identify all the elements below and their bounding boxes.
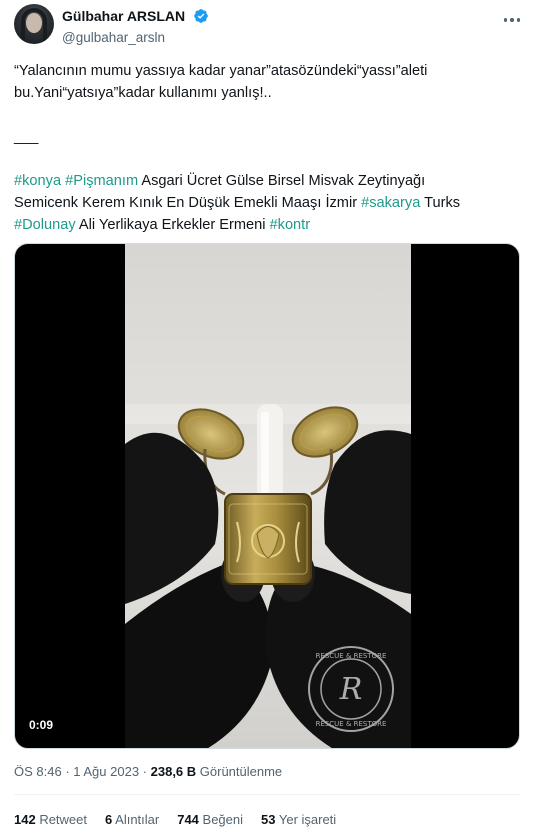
tweet-separator: ___ (14, 129, 39, 145)
retweets-stat[interactable]: 142 Retweet (14, 812, 87, 828)
hashtag-line: #konya #Pişmanım Asgari Ücret Gülse Birs… (14, 170, 514, 192)
tweet-date[interactable]: 1 Ağu 2023 (73, 764, 139, 779)
retweet-count: 142 (14, 812, 36, 827)
hashtag-line: #Dolunay Ali Yerlikaya Erkekler Ermeni #… (14, 214, 514, 236)
retweet-label: Retweet (35, 812, 88, 827)
watermark-logo: R RESCUE & RESTORE RESCUE & RESTORE (308, 646, 394, 732)
likes-stat[interactable]: 744 Beğeni (177, 812, 243, 828)
author-block: Gülbahar ARSLAN @gulbahar_arsln (62, 7, 209, 47)
separator-dot: · (61, 764, 74, 779)
display-name[interactable]: Gülbahar ARSLAN (62, 7, 185, 25)
video-thumbnail: R RESCUE & RESTORE RESCUE & RESTORE (125, 244, 411, 748)
quote-label: Alıntılar (112, 812, 160, 827)
trend-text: Turks (420, 195, 461, 211)
watermark-letter: R (339, 672, 363, 707)
tweet-text: “Yalancının mumu yassıya kadar yanar”ata… (14, 60, 514, 236)
trend-text: Ali Yerlikaya Erkekler Ermeni (75, 217, 270, 233)
bookmark-count: 53 (261, 812, 276, 827)
divider (14, 794, 520, 795)
trend-text: Semicenk Kerem Kınık En Düşük Emekli Maa… (14, 195, 362, 211)
hashtag-link[interactable]: #Pişmanım (65, 173, 138, 189)
tweet-time[interactable]: ÖS 8:46 (14, 764, 62, 779)
hashtag-link[interactable]: #kontr (270, 217, 311, 233)
tweet-meta: ÖS 8:46 · 1 Ağu 2023 · 238,6 B Görüntüle… (14, 764, 282, 780)
hashtag-link[interactable]: #konya (14, 173, 61, 189)
tweet-line-2: bu.Yani“yatsıya”kadar kullanımı yanlış!.… (14, 85, 272, 101)
hashtag-link[interactable]: #sakarya (361, 195, 420, 211)
like-label: Beğeni (198, 812, 244, 827)
bookmarks-stat[interactable]: 53 Yer işareti (261, 812, 336, 828)
video-duration-badge: 0:09 (23, 716, 60, 734)
separator-dot: · (139, 764, 151, 779)
handle[interactable]: @gulbahar_arsln (62, 29, 209, 47)
hashtag-link[interactable]: #Dolunay (14, 217, 76, 233)
bookmark-label: Yer işareti (275, 812, 337, 827)
trend-text: Asgari Ücret Gülse Birsel Misvak Zeytiny… (138, 173, 426, 189)
engagement-stats: 142 Retweet 6 Alıntılar 744 Beğeni 53 Ye… (14, 812, 336, 828)
like-count: 744 (177, 812, 199, 827)
more-options-icon[interactable] (500, 10, 524, 30)
video-frame[interactable]: R RESCUE & RESTORE RESCUE & RESTORE (125, 244, 411, 748)
hashtag-line: Semicenk Kerem Kınık En Düşük Emekli Maa… (14, 192, 514, 214)
avatar[interactable] (14, 4, 54, 44)
tweet-line-1: “Yalancının mumu yassıya kadar yanar”ata… (14, 63, 428, 79)
verified-badge-icon (193, 8, 209, 29)
quotes-stat[interactable]: 6 Alıntılar (105, 812, 159, 828)
views-count: 238,6 B (150, 764, 197, 779)
views-label: Görüntülenme (196, 764, 283, 779)
watermark-text-top: RESCUE & RESTORE (316, 652, 387, 660)
video-player[interactable]: R RESCUE & RESTORE RESCUE & RESTORE 0:09 (14, 243, 520, 749)
tweet-header: Gülbahar ARSLAN @gulbahar_arsln (14, 4, 524, 48)
avatar-face (26, 13, 42, 33)
watermark-text-bottom: RESCUE & RESTORE (316, 720, 387, 728)
